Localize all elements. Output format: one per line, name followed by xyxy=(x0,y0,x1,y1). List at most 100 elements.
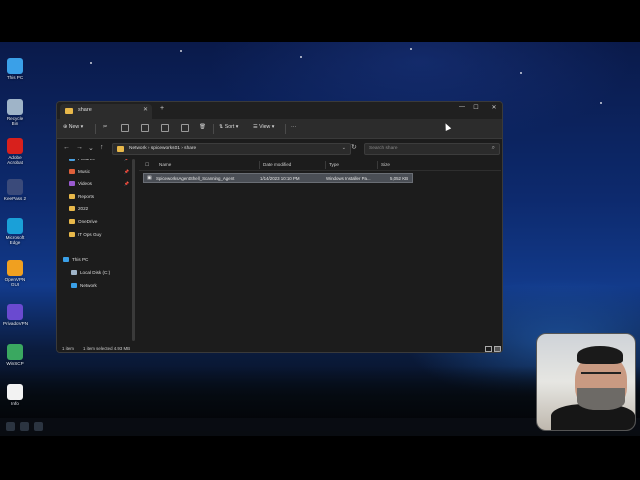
address-bar[interactable]: Network › spiceworks01 › share ⌄ xyxy=(112,143,351,155)
desktop-shortcut-label: Info xyxy=(11,401,19,406)
desktop-shortcut[interactable]: OpenVPN GUI xyxy=(3,260,27,287)
sidebar-item[interactable]: Pictures 📌 xyxy=(69,159,133,165)
status-bar: 1 item 1 item selected 4.93 MB xyxy=(57,345,502,352)
music-folder-icon xyxy=(69,169,75,174)
msi-file-icon: ▣ xyxy=(147,175,152,181)
star xyxy=(90,62,92,64)
folder-icon xyxy=(65,108,73,114)
desktop-shortcut[interactable]: Microsoft Edge xyxy=(3,218,27,245)
table-row[interactable]: ▣ SpiceworksAgentShell_Scanning_Agent 1/… xyxy=(143,173,413,183)
folder-icon xyxy=(69,219,75,224)
column-divider[interactable] xyxy=(325,161,326,169)
breadcrumb[interactable]: Network › spiceworks01 › share xyxy=(129,146,196,151)
sidebar-item[interactable]: Network xyxy=(71,281,135,292)
pictures-folder-icon xyxy=(69,159,75,161)
tab-share[interactable]: share ✕ xyxy=(60,104,152,119)
file-size: 5,052 KB xyxy=(390,176,409,181)
desktop-shortcut[interactable]: WinSCP xyxy=(3,344,27,366)
column-size[interactable]: Size xyxy=(381,162,390,167)
details-view-button[interactable] xyxy=(485,346,492,352)
search-placeholder: Search share xyxy=(369,146,398,151)
pin-icon[interactable]: 📌 xyxy=(124,169,129,174)
title-bar[interactable]: share ✕ + — ☐ ✕ xyxy=(57,102,502,119)
sidebar-item[interactable]: IT Ops Guy xyxy=(69,230,133,241)
rename-icon[interactable] xyxy=(161,124,169,132)
drive-icon xyxy=(71,270,77,275)
sidebar-item[interactable]: Local Disk (C:) xyxy=(71,268,135,279)
sidebar-item-label: 2022 xyxy=(78,206,89,211)
select-all-checkbox[interactable]: ☐ xyxy=(145,162,149,168)
navigation-pane[interactable]: Desktop📌Downloads📌Documents📌Pictures📌Mus… xyxy=(57,159,135,345)
maximize-button[interactable]: ☐ xyxy=(469,104,483,111)
file-date: 1/14/2023 10:10 PM xyxy=(260,176,300,181)
desktop-shortcut[interactable]: This PC xyxy=(3,58,27,80)
delete-icon[interactable]: 🗑 xyxy=(199,124,206,130)
desktop-shortcut[interactable]: PrivadoVPN xyxy=(3,304,29,326)
sidebar-item[interactable]: Videos 📌 xyxy=(69,179,133,190)
star xyxy=(300,56,302,58)
forward-button[interactable]: → xyxy=(76,144,83,151)
column-divider[interactable] xyxy=(377,161,378,169)
share-icon[interactable] xyxy=(181,124,189,132)
search-input[interactable]: Search share ⌕ xyxy=(364,143,500,155)
openvpn-icon xyxy=(7,260,23,276)
sort-button[interactable]: ⇅ Sort ▾ xyxy=(219,124,238,130)
column-date-modified[interactable]: Date modified xyxy=(263,162,291,167)
paste-icon[interactable] xyxy=(141,124,149,132)
file-type: Windows Installer Pa... xyxy=(326,176,371,181)
pin-icon[interactable]: 📌 xyxy=(124,181,129,186)
up-button[interactable]: ↑ xyxy=(100,144,104,151)
desktop-shortcut[interactable]: KeePass 2 xyxy=(3,179,27,201)
command-bar: ⊕ New ▾ ✂ 🗑 ⇅ Sort ▾ ☰ View ▾ ··· xyxy=(57,119,502,139)
sidebar-item-label: Music xyxy=(78,169,90,174)
more-options-button[interactable]: ··· xyxy=(291,124,296,130)
this-pc-icon xyxy=(63,257,69,262)
view-button[interactable]: ☰ View ▾ xyxy=(253,124,274,130)
sidebar-item-label: OneDrive xyxy=(78,219,98,224)
desktop-shortcut-label: PrivadoVPN xyxy=(3,321,29,326)
new-tab-button[interactable]: + xyxy=(160,105,164,112)
desktop-shortcut[interactable]: Info xyxy=(3,384,27,406)
star xyxy=(410,48,412,50)
sidebar-item[interactable]: Reports xyxy=(69,192,133,203)
sidebar-item[interactable]: OneDrive xyxy=(69,217,133,228)
close-tab-icon[interactable]: ✕ xyxy=(143,106,148,113)
desktop-shortcut[interactable]: Adobe Acrobat xyxy=(3,138,27,165)
sidebar-item[interactable]: This PC xyxy=(63,255,127,266)
tiles-view-button[interactable] xyxy=(494,346,501,352)
copy-icon[interactable] xyxy=(121,124,129,132)
webcam-overlay xyxy=(536,333,636,431)
column-divider[interactable] xyxy=(259,161,260,169)
desktop-shortcut-label: Recycle Bin xyxy=(6,116,24,126)
taskbar-icon[interactable] xyxy=(34,422,43,431)
folder-icon xyxy=(117,146,124,152)
presenter-beard xyxy=(577,388,625,410)
close-window-button[interactable]: ✕ xyxy=(487,104,501,111)
chevron-down-icon[interactable]: ⌄ xyxy=(342,145,346,151)
recycle-bin-icon xyxy=(7,99,23,115)
desktop-shortcut-label: This PC xyxy=(6,75,24,80)
new-label: New xyxy=(68,124,80,130)
sidebar-item-label: This PC xyxy=(72,257,89,262)
taskbar-icon[interactable] xyxy=(20,422,29,431)
new-button[interactable]: ⊕ New ▾ xyxy=(63,124,83,130)
column-type[interactable]: Type xyxy=(329,162,339,167)
taskbar-icon[interactable] xyxy=(6,422,15,431)
tab-title: share xyxy=(78,107,92,113)
column-name[interactable]: Name xyxy=(159,162,171,167)
desktop-shortcut[interactable]: Recycle Bin xyxy=(3,99,27,126)
refresh-button[interactable]: ↻ xyxy=(351,143,357,151)
monitor-icon xyxy=(7,58,23,74)
search-icon: ⌕ xyxy=(491,145,495,151)
videos-folder-icon xyxy=(69,181,75,186)
sidebar-item[interactable]: Music 📌 xyxy=(69,167,133,178)
pin-icon[interactable]: 📌 xyxy=(124,159,129,161)
recent-button[interactable]: ⌄ xyxy=(88,144,94,152)
cut-icon[interactable]: ✂ xyxy=(103,124,107,130)
back-button[interactable]: ← xyxy=(63,144,70,151)
sidebar-item[interactable]: 2022 xyxy=(69,204,133,215)
winscp-icon xyxy=(7,344,23,360)
minimize-button[interactable]: — xyxy=(455,104,469,110)
nav-scrollbar[interactable] xyxy=(132,159,135,341)
address-row: ← → ⌄ ↑ Network › spiceworks01 › share ⌄… xyxy=(57,140,502,158)
